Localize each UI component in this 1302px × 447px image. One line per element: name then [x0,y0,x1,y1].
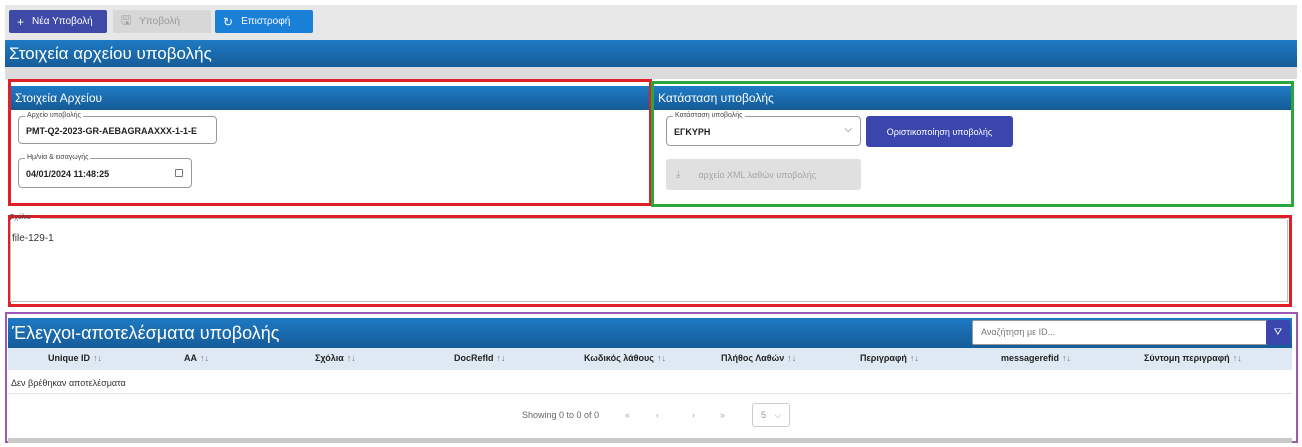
column-label: Σύντομη περιγραφή [1144,353,1230,363]
column-header[interactable]: Πλήθος Λαθών ↑↓ [721,353,796,363]
column-header[interactable]: Περιγραφή ↑↓ [860,353,919,363]
search-input[interactable]: Αναζήτηση με ID... [972,320,1288,345]
comments-legend: Σχόλια [10,214,31,221]
sort-icon: ↑↓ [346,353,356,363]
date-field-value: 04/01/2024 11:48:25 [26,169,110,179]
plus-icon: + [17,14,25,29]
chevron-down-icon: ⌵ [844,124,852,135]
column-label: AA [184,353,197,363]
new-submission-label: Νέα Υποβολή [32,16,93,27]
column-label: messagerefid [1001,353,1060,363]
back-label: Επιστροφή [241,16,291,27]
date-field[interactable]: Ημ/νία & εισαγωγής 04/01/2024 11:48:25 [18,153,192,188]
column-label: Κωδικός λάθους [584,353,654,363]
page-size-value: 5 [761,410,767,420]
sort-icon: ↑↓ [909,353,919,363]
finalize-button[interactable]: Οριστικοποίηση υποβολής [866,116,1013,147]
download-icon: ⤓ [676,169,681,180]
last-page-icon[interactable]: » [720,410,725,420]
xml-errors-label: αρχείο XML λαθών υποβολής [698,169,817,180]
column-label: DocRefId [454,353,494,363]
comments-field[interactable] [10,220,1288,302]
empty-message: Δεν βρέθηκαν αποτελέσματα [8,372,1292,394]
column-label: Σχόλια [315,353,344,363]
chevron-down-icon: ⌵ [774,410,782,420]
back-button[interactable]: ↻ Επιστροφή [215,10,313,33]
column-header[interactable]: Σύντομη περιγραφή ↑↓ [1144,353,1242,363]
sort-icon: ↑↓ [656,353,666,363]
file-field[interactable]: Αρχείο υποβολής PMT-Q2-2023-GR-AEBAGRAAX… [18,111,217,144]
file-field-value: PMT-Q2-2023-GR-AEBAGRAAXXX-1-1-E [26,126,198,136]
sort-icon: ↑↓ [93,353,102,363]
section-divider [5,67,1297,79]
submit-button[interactable]: 🖫 Υποβολή [113,10,211,33]
date-field-legend: Ημ/νία & εισαγωγής [25,153,91,163]
column-label: Πλήθος Λαθών [721,353,785,363]
prev-page-icon[interactable]: ‹ [656,410,659,420]
toolbar: + Νέα Υποβολή 🖫 Υποβολή ↻ Επιστροφή [0,0,1302,40]
xml-errors-button[interactable]: ⤓ αρχείο XML λαθών υποβολής [666,159,861,190]
submit-label: Υποβολή [139,16,180,27]
column-header[interactable]: Σχόλια ↑↓ [315,353,356,363]
status-select-legend: Κατάσταση υποβολής [673,111,745,121]
page-size-select[interactable]: 5 ⌵ [752,403,790,427]
column-label: Unique ID [48,353,90,363]
column-header[interactable]: Κωδικός λάθους ↑↓ [584,353,666,363]
first-page-icon[interactable]: « [625,410,630,420]
table-header: Unique ID ↑↓ AA ↑↓ Σχόλια ↑↓ DocRefId ↑↓ Κωδ… [8,348,1292,370]
comments-border-top [40,218,1286,219]
column-header[interactable]: Unique ID ↑↓ [48,353,102,363]
column-label: Περιγραφή [860,353,907,363]
save-icon: 🖫 [121,13,132,27]
column-header[interactable]: DocRefId ↑↓ [454,353,506,363]
refresh-icon: ↻ [223,14,234,29]
file-field-legend: Αρχείο υποβολής [25,111,83,121]
sort-icon: ↑↓ [200,353,209,363]
file-panel-title: Στοιχεία Αρχείου [11,86,649,110]
sort-icon: ↑↓ [787,353,797,363]
comments-value: file-129-1 [12,233,54,244]
new-submission-button[interactable]: + Νέα Υποβολή [9,10,107,33]
filter-button[interactable]: ⛛ [1266,320,1290,345]
column-header[interactable]: messagerefid ↑↓ [1001,353,1071,363]
status-panel-title: Κατάσταση υποβολής [654,86,1291,110]
column-header[interactable]: AA ↑↓ [184,353,209,363]
paginator: Showing 0 to 0 of 0 « ‹ › » 5 ⌵ [8,398,1292,432]
filter-icon: ⛛ [1273,327,1283,338]
sort-icon: ↑↓ [1232,353,1242,363]
next-page-icon[interactable]: › [692,410,695,420]
sort-icon: ↑↓ [1062,353,1072,363]
page-title: Στοιχεία αρχείου υποβολής [5,40,1297,67]
status-select-value: ΕΓΚΥΡΗ [674,127,711,137]
pager-info: Showing 0 to 0 of 0 [522,410,600,420]
sort-icon: ↑↓ [496,353,506,363]
bottom-scrollbar[interactable] [8,438,1292,443]
status-select[interactable]: Κατάσταση υποβολής ΕΓΚΥΡΗ ⌵ [666,111,861,146]
calendar-icon[interactable] [175,169,183,177]
